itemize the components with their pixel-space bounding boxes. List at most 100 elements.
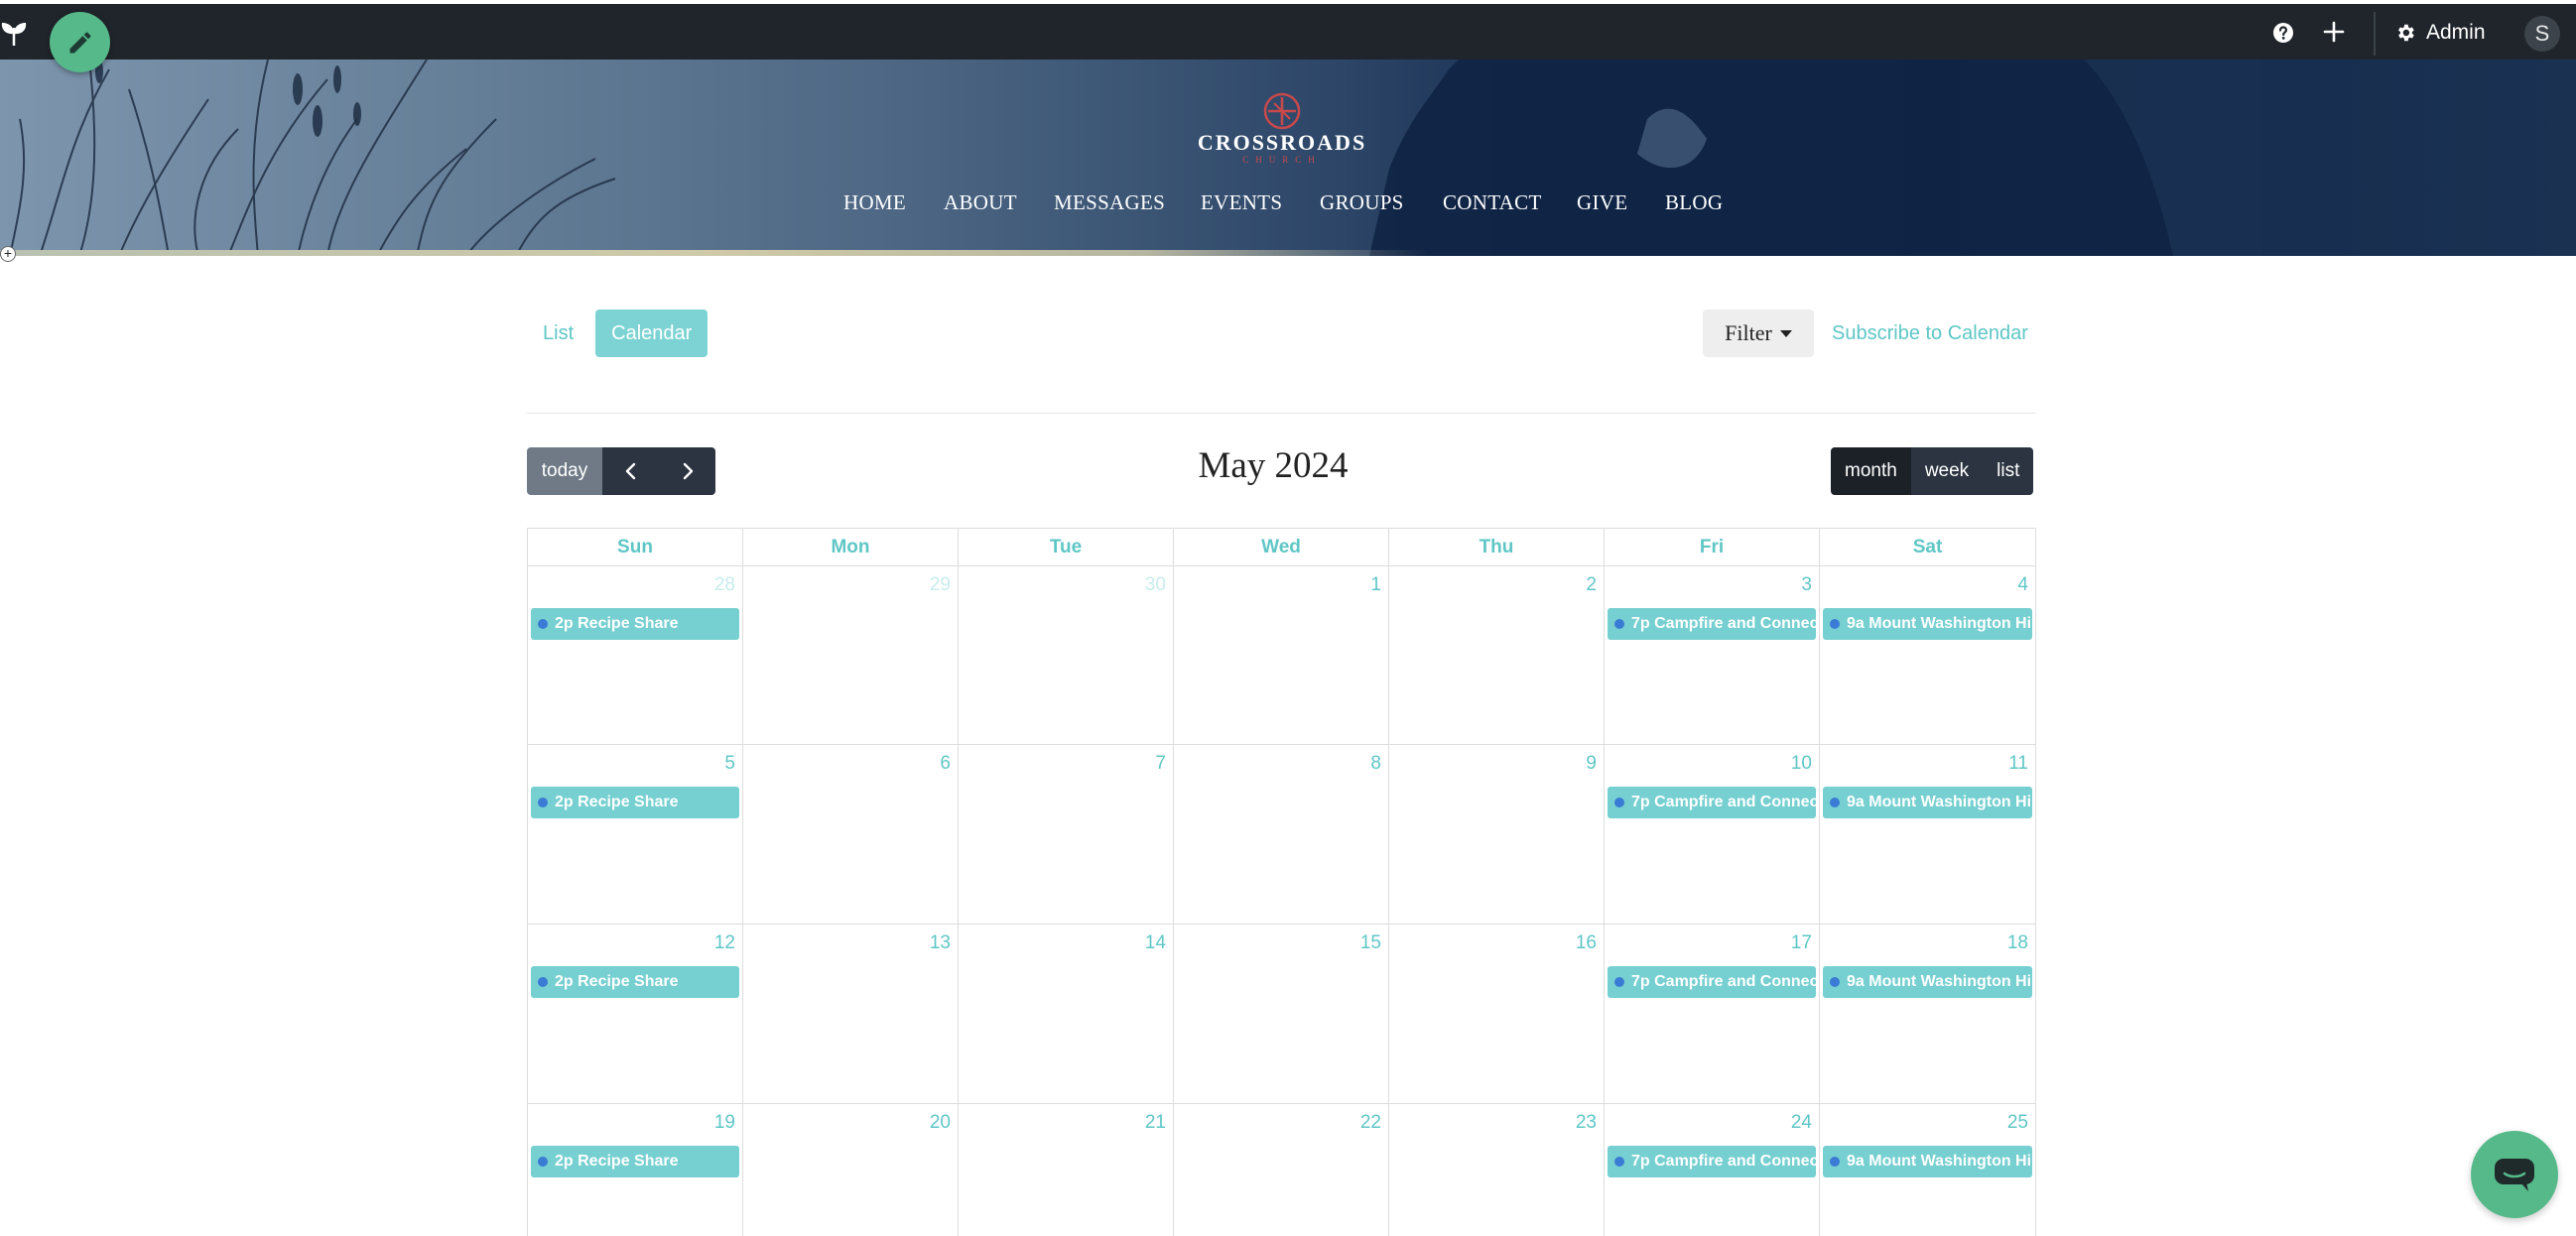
calendar-day-cell[interactable]: 29 — [743, 566, 959, 744]
calendar-day-cell[interactable]: 8 — [1174, 745, 1389, 924]
nav-blog[interactable]: BLOG — [1665, 190, 1723, 215]
day-number[interactable]: 3 — [1801, 574, 1812, 596]
calendar-event[interactable]: 7p Campfire and Connect — [1608, 608, 1816, 640]
calendar-event[interactable]: 7p Campfire and Connect — [1608, 1146, 1816, 1177]
previous-month-button[interactable] — [602, 447, 659, 495]
admin-menu-button[interactable]: Admin — [2394, 18, 2486, 48]
calendar-event[interactable]: 7p Campfire and Connect — [1608, 966, 1816, 998]
range-week-button[interactable]: week — [1910, 447, 1984, 495]
event-title: 9a Mount Washington Hik — [1847, 615, 2032, 632]
day-number[interactable]: 1 — [1370, 574, 1381, 596]
day-number[interactable]: 30 — [1145, 574, 1166, 596]
day-number[interactable]: 23 — [1576, 1112, 1597, 1134]
nav-home[interactable]: HOME — [843, 190, 906, 215]
calendar-event[interactable]: 9a Mount Washington Hik — [1823, 966, 2032, 998]
calendar-day-cell[interactable]: 18 9a Mount Washington Hik — [1820, 925, 2035, 1103]
nav-events[interactable]: EVENTS — [1201, 190, 1282, 215]
day-number[interactable]: 29 — [930, 574, 951, 596]
calendar-event[interactable]: 2p Recipe Share — [531, 608, 739, 640]
day-number[interactable]: 15 — [1360, 932, 1381, 954]
day-number[interactable]: 4 — [2017, 574, 2028, 596]
calendar-day-cell[interactable]: 10 7p Campfire and Connect — [1605, 745, 1820, 924]
calendar-day-cell[interactable]: 15 — [1174, 925, 1389, 1103]
day-number[interactable]: 2 — [1586, 574, 1597, 596]
day-number[interactable]: 9 — [1586, 753, 1597, 775]
calendar-day-cell[interactable]: 9 — [1389, 745, 1605, 924]
range-month-button[interactable]: month — [1831, 447, 1911, 495]
event-title: 9a Mount Washington Hik — [1847, 1153, 2032, 1170]
calendar-event[interactable]: 7p Campfire and Connect — [1608, 787, 1816, 818]
calendar-day-cell[interactable]: 7 — [959, 745, 1174, 924]
day-number[interactable]: 7 — [1155, 753, 1166, 775]
tab-list[interactable]: List — [527, 309, 589, 357]
day-number[interactable]: 19 — [714, 1112, 735, 1134]
day-number[interactable]: 20 — [930, 1112, 951, 1134]
view-toggle: List Calendar — [527, 309, 708, 357]
calendar-event[interactable]: 9a Mount Washington Hik — [1823, 1146, 2032, 1177]
user-avatar[interactable]: S — [2524, 16, 2560, 52]
next-month-button[interactable] — [659, 447, 715, 495]
nav-about[interactable]: ABOUT — [944, 190, 1017, 215]
subscribe-calendar-link[interactable]: Subscribe to Calendar — [1832, 309, 2028, 357]
day-number[interactable]: 11 — [2008, 753, 2028, 775]
calendar-day-cell[interactable]: 24 7p Campfire and Connect — [1605, 1104, 1820, 1236]
add-icon[interactable] — [2322, 20, 2346, 44]
calendar-day-cell[interactable]: 19 2p Recipe Share — [528, 1104, 743, 1236]
day-number[interactable]: 8 — [1370, 753, 1381, 775]
calendar-event[interactable]: 2p Recipe Share — [531, 787, 739, 818]
calendar-day-cell[interactable]: 25 9a Mount Washington Hik — [1820, 1104, 2035, 1236]
calendar-day-cell[interactable]: 22 — [1174, 1104, 1389, 1236]
calendar-day-cell[interactable]: 30 — [959, 566, 1174, 744]
filter-dropdown-button[interactable]: Filter — [1703, 309, 1814, 357]
add-section-icon[interactable]: + — [0, 246, 16, 262]
calendar-day-cell[interactable]: 3 7p Campfire and Connect — [1605, 566, 1820, 744]
help-icon[interactable] — [2272, 22, 2294, 44]
calendar-day-cell[interactable]: 11 9a Mount Washington Hik — [1820, 745, 2035, 924]
day-number[interactable]: 17 — [1791, 932, 1812, 954]
nav-messages[interactable]: MESSAGES — [1054, 190, 1165, 215]
calendar-day-cell[interactable]: 6 — [743, 745, 959, 924]
nav-give[interactable]: GIVE — [1577, 190, 1627, 215]
calendar-day-cell[interactable]: 14 — [959, 925, 1174, 1103]
day-number[interactable]: 16 — [1576, 932, 1597, 954]
today-button[interactable]: today — [527, 447, 602, 495]
calendar-day-cell[interactable]: 2 — [1389, 566, 1605, 744]
event-dot-icon — [1614, 619, 1624, 629]
nav-contact[interactable]: CONTACT — [1443, 190, 1542, 215]
day-number[interactable]: 14 — [1145, 932, 1166, 954]
calendar-day-cell[interactable]: 20 — [743, 1104, 959, 1236]
calendar-event[interactable]: 9a Mount Washington Hik — [1823, 787, 2032, 818]
day-number[interactable]: 25 — [2007, 1112, 2028, 1134]
calendar-day-cell[interactable]: 12 2p Recipe Share — [528, 925, 743, 1103]
calendar-day-cell[interactable]: 5 2p Recipe Share — [528, 745, 743, 924]
calendar-day-cell[interactable]: 13 — [743, 925, 959, 1103]
day-number[interactable]: 18 — [2007, 932, 2028, 954]
calendar-day-cell[interactable]: 28 2p Recipe Share — [528, 566, 743, 744]
tab-calendar[interactable]: Calendar — [595, 309, 708, 357]
day-number[interactable]: 28 — [714, 574, 735, 596]
day-number[interactable]: 5 — [724, 753, 735, 775]
leaf-logo-icon[interactable] — [0, 18, 34, 48]
calendar-day-cell[interactable]: 17 7p Campfire and Connect — [1605, 925, 1820, 1103]
calendar-day-cell[interactable]: 16 — [1389, 925, 1605, 1103]
day-number[interactable]: 21 — [1145, 1112, 1166, 1134]
day-number[interactable]: 6 — [940, 753, 951, 775]
calendar-day-cell[interactable]: 23 — [1389, 1104, 1605, 1236]
day-number[interactable]: 12 — [714, 932, 735, 954]
nav-groups[interactable]: GROUPS — [1320, 190, 1404, 215]
calendar-day-cell[interactable]: 1 — [1174, 566, 1389, 744]
day-number[interactable]: 22 — [1360, 1112, 1381, 1134]
day-number[interactable]: 10 — [1791, 753, 1812, 775]
calendar-event[interactable]: 2p Recipe Share — [531, 1146, 739, 1177]
calendar-event[interactable]: 9a Mount Washington Hik — [1823, 608, 2032, 640]
day-number[interactable]: 24 — [1791, 1112, 1812, 1134]
calendar-event[interactable]: 2p Recipe Share — [531, 966, 739, 998]
range-list-button[interactable]: list — [1983, 447, 2034, 495]
day-number[interactable]: 13 — [930, 932, 951, 954]
chat-button[interactable] — [2471, 1131, 2558, 1218]
calendar-day-cell[interactable]: 21 — [959, 1104, 1174, 1236]
church-logo-icon[interactable] — [1262, 91, 1302, 131]
calendar-day-cell[interactable]: 4 9a Mount Washington Hik — [1820, 566, 2035, 744]
edit-page-button[interactable] — [50, 12, 110, 72]
church-logo-name[interactable]: CROSSROADS — [1161, 130, 1403, 156]
